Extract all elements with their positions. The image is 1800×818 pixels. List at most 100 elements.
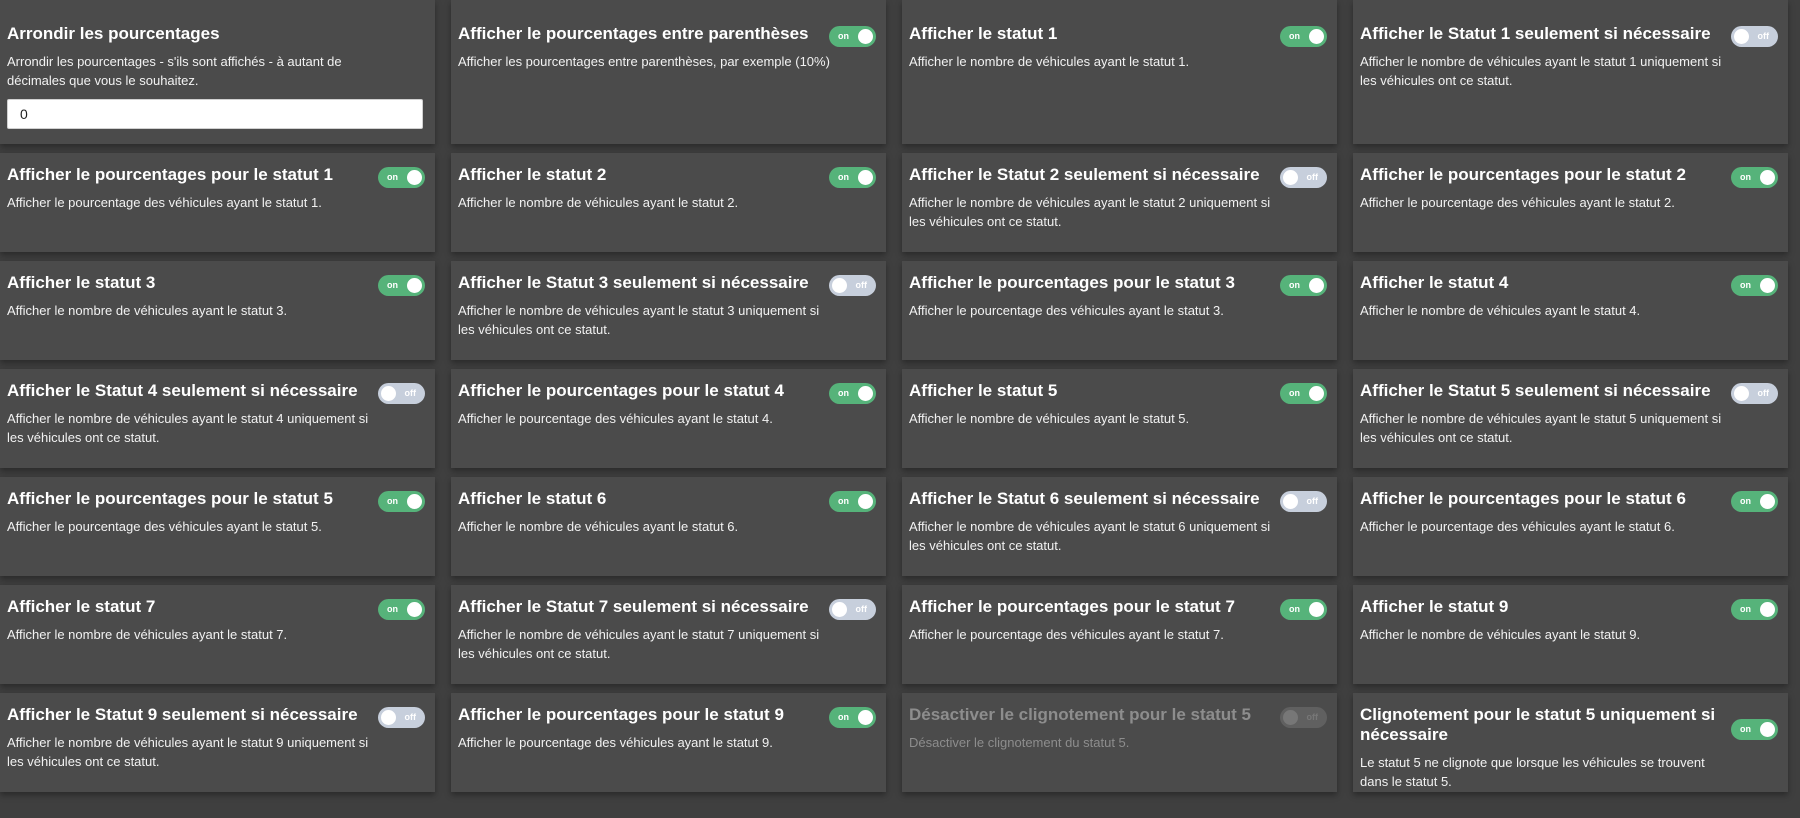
toggle-state-label: off bbox=[404, 712, 417, 722]
setting-description: Afficher le nombre de véhicules ayant le… bbox=[458, 519, 739, 534]
setting-description: Afficher le pourcentage des véhicules ay… bbox=[7, 519, 322, 534]
toggle-switch[interactable]: off bbox=[378, 383, 425, 404]
toggle-state-label: off bbox=[1757, 31, 1770, 41]
toggle-switch[interactable]: off bbox=[1280, 491, 1327, 512]
toggle-state-label: on bbox=[387, 496, 398, 506]
setting-description: Afficher le pourcentage des véhicules ay… bbox=[7, 195, 322, 210]
toggle-state-label: off bbox=[404, 388, 417, 398]
setting-title: Afficher le statut 6 bbox=[458, 489, 607, 508]
setting-description: Afficher le nombre de véhicules ayant le… bbox=[1360, 411, 1722, 445]
toggle-switch[interactable]: on bbox=[1731, 491, 1778, 512]
setting-description: Afficher le pourcentage des véhicules ay… bbox=[1360, 519, 1675, 534]
setting-card: Afficher le statut 2 Afficher le nombre … bbox=[451, 153, 886, 252]
setting-card: Afficher le statut 5 Afficher le nombre … bbox=[902, 369, 1337, 468]
setting-title: Afficher le Statut 4 seulement si nécess… bbox=[7, 381, 358, 400]
toggle-knob bbox=[1734, 29, 1749, 44]
toggle-knob bbox=[381, 386, 396, 401]
setting-description: Afficher le nombre de véhicules ayant le… bbox=[909, 195, 1271, 229]
toggle-switch[interactable]: off bbox=[378, 707, 425, 728]
toggle-switch[interactable]: on bbox=[1280, 26, 1327, 47]
toggle-state-label: on bbox=[1740, 280, 1751, 290]
setting-title: Afficher le statut 2 bbox=[458, 165, 607, 184]
toggle-switch[interactable]: off bbox=[829, 275, 876, 296]
setting-card: Afficher le statut 7 Afficher le nombre … bbox=[0, 585, 435, 684]
setting-description: Afficher le nombre de véhicules ayant le… bbox=[458, 627, 820, 661]
toggle-switch[interactable]: on bbox=[1731, 167, 1778, 188]
toggle-knob bbox=[381, 710, 396, 725]
toggle-knob bbox=[832, 278, 847, 293]
toggle-switch[interactable]: off bbox=[829, 599, 876, 620]
setting-description: Afficher le pourcentage des véhicules ay… bbox=[1360, 195, 1675, 210]
setting-description: Afficher le nombre de véhicules ayant le… bbox=[909, 54, 1190, 69]
setting-card: Afficher le Statut 1 seulement si nécess… bbox=[1353, 0, 1788, 144]
toggle-switch[interactable]: on bbox=[1280, 599, 1327, 620]
setting-title: Afficher le statut 1 bbox=[909, 24, 1058, 43]
toggle-switch[interactable]: on bbox=[378, 491, 425, 512]
setting-description: Afficher le nombre de véhicules ayant le… bbox=[7, 303, 288, 318]
setting-title: Afficher le pourcentages pour le statut … bbox=[7, 489, 333, 508]
toggle-switch[interactable]: off bbox=[1280, 167, 1327, 188]
toggle-knob bbox=[832, 602, 847, 617]
toggle-switch[interactable]: on bbox=[829, 167, 876, 188]
setting-description: Afficher le nombre de véhicules ayant le… bbox=[458, 303, 820, 337]
setting-card: Afficher le pourcentages pour le statut … bbox=[0, 477, 435, 576]
toggle-knob bbox=[858, 710, 873, 725]
setting-card: Afficher le Statut 7 seulement si nécess… bbox=[451, 585, 886, 684]
toggle-state-label: on bbox=[1289, 31, 1300, 41]
setting-card: Afficher le pourcentages pour le statut … bbox=[1353, 477, 1788, 576]
toggle-state-label: on bbox=[838, 172, 849, 182]
toggle-state-label: off bbox=[1306, 712, 1319, 722]
setting-title: Afficher le pourcentages pour le statut … bbox=[458, 705, 784, 724]
toggle-state-label: off bbox=[855, 604, 868, 614]
toggle-switch[interactable]: on bbox=[829, 707, 876, 728]
toggle-switch[interactable]: on bbox=[1731, 719, 1778, 740]
toggle-switch[interactable]: on bbox=[829, 491, 876, 512]
setting-description: Afficher les pourcentages entre parenthè… bbox=[458, 54, 830, 69]
setting-description: Afficher le nombre de véhicules ayant le… bbox=[1360, 303, 1641, 318]
toggle-switch[interactable]: off bbox=[1731, 383, 1778, 404]
toggle-state-label: on bbox=[1289, 280, 1300, 290]
setting-description: Désactiver le clignotement du statut 5. bbox=[909, 735, 1130, 750]
toggle-switch: off bbox=[1280, 707, 1327, 728]
toggle-knob bbox=[1760, 278, 1775, 293]
toggle-state-label: off bbox=[1306, 172, 1319, 182]
toggle-state-label: on bbox=[838, 712, 849, 722]
toggle-knob bbox=[1309, 386, 1324, 401]
setting-title: Afficher le pourcentages pour le statut … bbox=[909, 273, 1235, 292]
setting-description: Afficher le nombre de véhicules ayant le… bbox=[909, 519, 1271, 553]
setting-title: Afficher le Statut 1 seulement si nécess… bbox=[1360, 24, 1711, 43]
setting-description: Afficher le pourcentage des véhicules ay… bbox=[909, 627, 1224, 642]
setting-title: Afficher le pourcentages pour le statut … bbox=[1360, 165, 1686, 184]
setting-title: Afficher le Statut 7 seulement si nécess… bbox=[458, 597, 809, 616]
toggle-switch[interactable]: on bbox=[829, 26, 876, 47]
toggle-state-label: on bbox=[1740, 496, 1751, 506]
setting-title: Désactiver le clignotement pour le statu… bbox=[909, 705, 1251, 724]
toggle-switch[interactable]: on bbox=[378, 599, 425, 620]
setting-description: Arrondir les pourcentages - s'ils sont a… bbox=[7, 54, 342, 88]
toggle-switch[interactable]: on bbox=[1731, 599, 1778, 620]
setting-card: Clignotement pour le statut 5 uniquement… bbox=[1353, 693, 1788, 792]
toggle-switch[interactable]: on bbox=[1731, 275, 1778, 296]
setting-title: Clignotement pour le statut 5 uniquement… bbox=[1360, 705, 1716, 744]
setting-description: Afficher le nombre de véhicules ayant le… bbox=[7, 627, 288, 642]
toggle-switch[interactable]: on bbox=[1280, 275, 1327, 296]
toggle-knob bbox=[407, 278, 422, 293]
round-decimals-input[interactable] bbox=[7, 99, 423, 129]
toggle-knob bbox=[407, 494, 422, 509]
toggle-switch[interactable]: on bbox=[378, 275, 425, 296]
setting-card: Afficher le pourcentages pour le statut … bbox=[902, 261, 1337, 360]
toggle-state-label: on bbox=[838, 31, 849, 41]
toggle-switch[interactable]: on bbox=[378, 167, 425, 188]
toggle-switch[interactable]: off bbox=[1731, 26, 1778, 47]
toggle-switch[interactable]: on bbox=[1280, 383, 1327, 404]
setting-title: Afficher le statut 7 bbox=[7, 597, 156, 616]
toggle-knob bbox=[1309, 602, 1324, 617]
toggle-knob bbox=[858, 170, 873, 185]
toggle-switch[interactable]: on bbox=[829, 383, 876, 404]
toggle-state-label: on bbox=[1740, 724, 1751, 734]
toggle-knob bbox=[1309, 29, 1324, 44]
setting-title: Afficher le pourcentages pour le statut … bbox=[7, 165, 333, 184]
toggle-state-label: on bbox=[1740, 172, 1751, 182]
setting-description: Afficher le pourcentage des véhicules ay… bbox=[458, 735, 773, 750]
setting-card: Afficher le statut 9 Afficher le nombre … bbox=[1353, 585, 1788, 684]
